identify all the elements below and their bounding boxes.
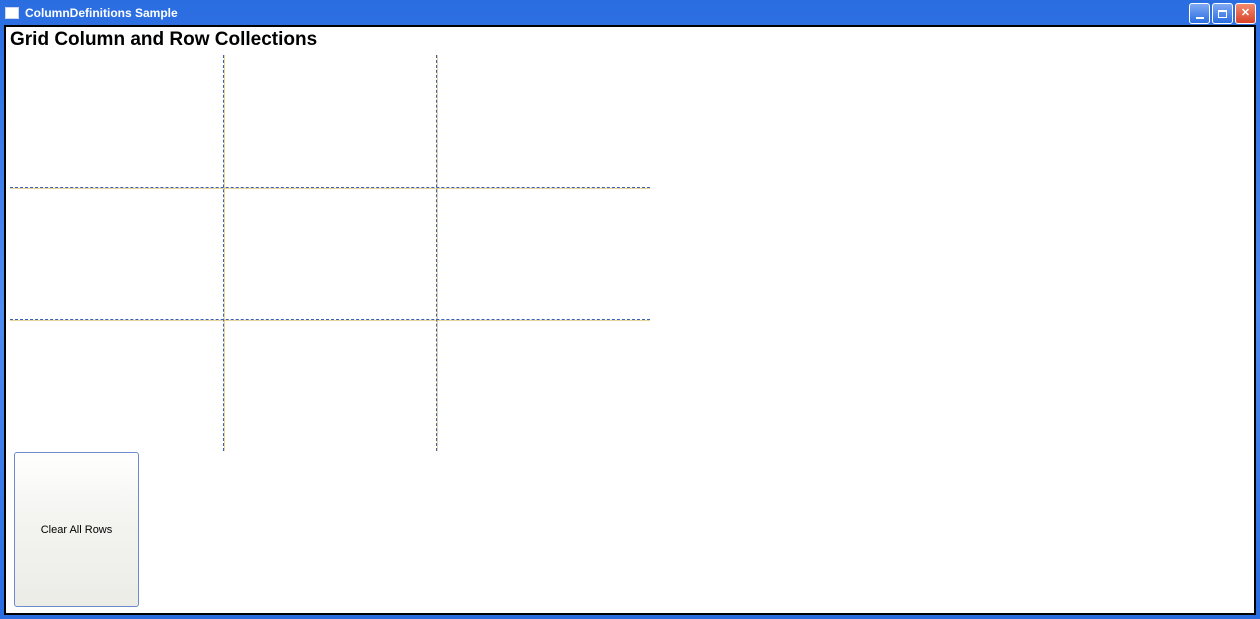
window-title: ColumnDefinitions Sample [25, 6, 178, 20]
minimize-button[interactable] [1189, 3, 1210, 24]
app-icon [5, 7, 19, 19]
page-title: Grid Column and Row Collections [10, 29, 1254, 51]
window-controls [1189, 3, 1256, 24]
clear-all-rows-label: Clear All Rows [41, 524, 113, 536]
grid-demo [10, 55, 650, 451]
maximize-button[interactable] [1212, 3, 1233, 24]
titlebar[interactable]: ColumnDefinitions Sample [0, 0, 1260, 25]
close-button[interactable] [1235, 3, 1256, 24]
clear-all-rows-button[interactable]: Clear All Rows [14, 452, 139, 607]
app-window: ColumnDefinitions Sample Grid Column and… [0, 0, 1260, 619]
grid-column-divider [436, 55, 437, 451]
client-area: Grid Column and Row Collections Clear Al… [4, 25, 1256, 615]
grid-row-divider [10, 319, 650, 320]
grid-row-divider [10, 187, 650, 188]
grid-column-divider [223, 55, 224, 451]
